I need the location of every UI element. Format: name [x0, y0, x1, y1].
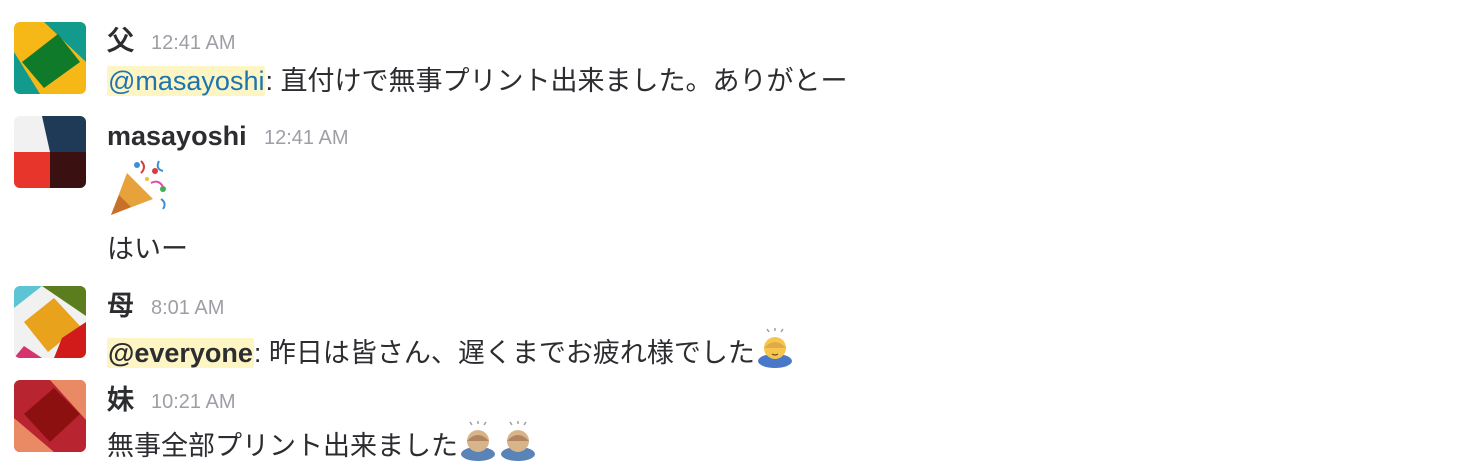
sender-name[interactable]: 父	[107, 25, 134, 57]
timestamp[interactable]: 12:41 AM	[151, 31, 236, 55]
avatar-father-icon	[14, 22, 86, 94]
message-text: @masayoshi: 直付けで無事プリント出来ました。ありがとー	[107, 63, 847, 99]
sender-name[interactable]: 妹	[107, 384, 134, 416]
avatar-mother-icon	[14, 286, 86, 358]
avatar[interactable]	[14, 116, 86, 188]
timestamp[interactable]: 10:21 AM	[151, 390, 236, 414]
message-body: : 昨日は皆さん、遅くまでお疲れ様でした	[253, 338, 755, 368]
bowing-person-icon	[755, 328, 795, 368]
message-text: @everyone: 昨日は皆さん、遅くまでお疲れ様でした	[107, 328, 795, 371]
bowing-person-icon	[458, 421, 498, 461]
avatar[interactable]	[14, 286, 86, 358]
timestamp[interactable]: 12:41 AM	[264, 126, 349, 150]
avatar[interactable]	[14, 22, 86, 94]
avatar-masayoshi-icon	[14, 116, 86, 188]
mention-everyone[interactable]: @everyone	[107, 338, 254, 368]
timestamp[interactable]: 8:01 AM	[151, 296, 224, 320]
sender-name[interactable]: masayoshi	[107, 120, 247, 152]
avatar-sister-icon	[14, 380, 86, 452]
party-popper-icon	[107, 155, 171, 219]
mention-masayoshi[interactable]: @masayoshi	[107, 66, 266, 96]
message-text: はいー	[107, 234, 188, 264]
bowing-person-icon	[498, 421, 538, 461]
message-body: : 直付けで無事プリント出来ました。ありがとー	[265, 66, 848, 96]
sender-name[interactable]: 母	[107, 290, 134, 322]
avatar[interactable]	[14, 380, 86, 452]
message-text: 無事全部プリント出来ました	[107, 421, 538, 464]
message-body: 無事全部プリント出来ました	[107, 431, 458, 461]
